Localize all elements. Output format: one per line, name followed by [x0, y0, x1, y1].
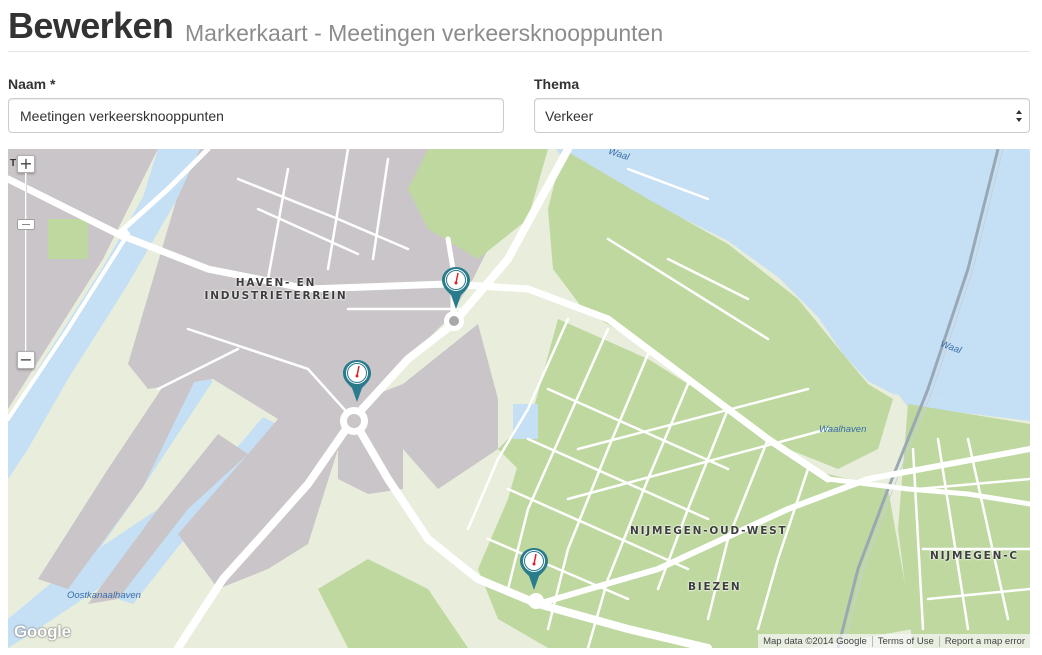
map-marker[interactable]: [441, 265, 471, 311]
map-attribution: Map data ©2014 Google Terms of Use Repor…: [758, 634, 1030, 648]
select-arrows-icon: [1016, 110, 1022, 122]
name-input[interactable]: [8, 98, 504, 133]
page-subtitle: Markerkaart - Meetingen verkeersknooppun…: [185, 20, 664, 46]
zoom-out-button[interactable]: −: [17, 351, 35, 369]
zoom-control[interactable]: + −: [16, 155, 36, 373]
name-label: Naam *: [8, 76, 56, 92]
water-label-waalhaven: Waalhaven: [819, 424, 867, 435]
page-title: Bewerken: [8, 5, 174, 46]
map-marker[interactable]: [519, 546, 549, 592]
theme-select-value: Verkeer: [545, 108, 594, 124]
google-logo[interactable]: Google: [14, 622, 71, 642]
district-label-biezen: BIEZEN: [688, 581, 742, 593]
theme-label: Thema: [534, 76, 580, 92]
speedometer-marker-icon: [520, 548, 548, 590]
page-header: Bewerken Markerkaart - Meetingen verkeer…: [8, 4, 1030, 52]
district-label-oud-west: NIJMEGEN-OUD-WEST: [630, 525, 788, 537]
terms-of-use-link[interactable]: Terms of Use: [871, 635, 939, 647]
speedometer-marker-icon: [343, 360, 371, 402]
district-label-centrum: NIJMEGEN-C: [930, 550, 1019, 562]
district-label-haven: HAVEN- EN INDUSTRIETERREIN: [201, 277, 351, 303]
map-marker[interactable]: [342, 358, 372, 404]
district-label-haven-line1: HAVEN- EN: [235, 277, 317, 289]
map-edge-letter: T: [10, 158, 17, 169]
speedometer-marker-icon: [442, 267, 470, 309]
zoom-slider-track[interactable]: [25, 173, 27, 357]
zoom-in-button[interactable]: +: [17, 155, 35, 173]
map[interactable]: + − T HAVEN- EN INDUSTRIETERREIN NIJMEGE…: [8, 149, 1030, 648]
report-map-error-link[interactable]: Report a map error: [938, 635, 1030, 647]
water-label-oostkanaalhaven: Oostkanaalhaven: [67, 590, 141, 601]
zoom-slider-handle[interactable]: [17, 219, 35, 230]
theme-select[interactable]: Verkeer: [534, 98, 1030, 133]
map-data-text: Map data ©2014 Google: [763, 635, 867, 647]
district-label-haven-line2: INDUSTRIETERREIN: [204, 290, 348, 302]
